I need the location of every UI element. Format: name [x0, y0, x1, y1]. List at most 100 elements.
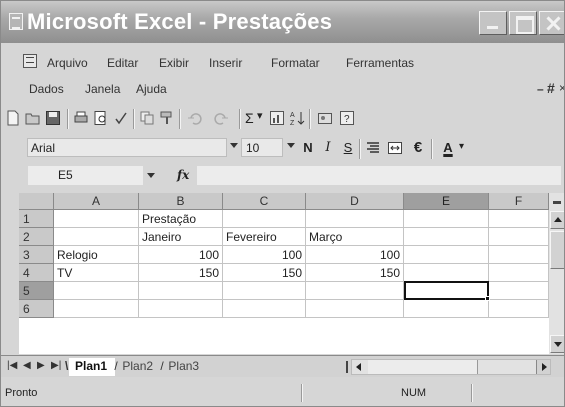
row-header-3[interactable]: 3	[19, 246, 54, 264]
font-name-field[interactable]: Arial	[27, 138, 227, 157]
cell-a4[interactable]: TV	[54, 264, 139, 282]
print-icon[interactable]	[73, 110, 89, 126]
last-sheet-icon[interactable]: ▶|	[51, 360, 61, 371]
scroll-right-arrow-icon[interactable]	[536, 360, 550, 374]
cell-d4[interactable]: 150	[306, 264, 404, 282]
tab-plan1[interactable]: Plan1	[65, 358, 116, 376]
undo-icon[interactable]	[187, 110, 203, 126]
scroll-down-arrow-icon[interactable]	[550, 335, 564, 353]
redo-icon[interactable]	[213, 110, 229, 126]
cell-c6[interactable]	[223, 300, 306, 318]
next-sheet-icon[interactable]: ▶	[37, 360, 45, 371]
cell-b1[interactable]: Prestação	[139, 210, 223, 228]
cell-e2[interactable]	[404, 228, 489, 246]
horizontal-scroll-thumb[interactable]	[368, 360, 478, 374]
menu-dados[interactable]: Dados	[29, 82, 64, 96]
cell-c4[interactable]: 150	[223, 264, 306, 282]
drawing-icon[interactable]	[317, 110, 333, 126]
cell-b4[interactable]: 150	[139, 264, 223, 282]
scroll-left-arrow-icon[interactable]	[352, 360, 366, 374]
cell-b3[interactable]: 100	[139, 246, 223, 264]
italic-button[interactable]: I	[319, 139, 337, 157]
cell-d2[interactable]: Março	[306, 228, 404, 246]
workbook-restore-icon[interactable]: #	[547, 80, 555, 96]
print-preview-icon[interactable]	[93, 110, 109, 126]
cell-c1[interactable]	[223, 210, 306, 228]
cell-f5[interactable]	[489, 282, 549, 300]
column-header-a[interactable]: A	[54, 193, 139, 210]
font-name-dropdown-icon[interactable]	[230, 143, 238, 148]
insert-function-icon[interactable]: fx	[177, 168, 189, 182]
autosum-icon[interactable]: Σ	[245, 110, 254, 126]
cell-a6[interactable]	[54, 300, 139, 318]
column-header-b[interactable]: B	[139, 193, 223, 210]
vertical-scroll-thumb[interactable]	[550, 231, 564, 269]
cell-c5[interactable]	[223, 282, 306, 300]
active-cell-border[interactable]	[404, 281, 489, 300]
menu-inserir[interactable]: Inserir	[209, 56, 242, 70]
name-box-dropdown-icon[interactable]	[147, 173, 155, 178]
spelling-icon[interactable]	[113, 110, 129, 126]
tab-plan2[interactable]: Plan2	[114, 358, 161, 376]
prev-sheet-icon[interactable]: ◀	[23, 360, 31, 371]
chart-wizard-icon[interactable]	[269, 110, 285, 126]
first-sheet-icon[interactable]: |◀	[7, 360, 17, 371]
cell-c2[interactable]: Fevereiro	[223, 228, 306, 246]
cell-f3[interactable]	[489, 246, 549, 264]
cell-a2[interactable]	[54, 228, 139, 246]
menu-arquivo[interactable]: Arquivo	[47, 56, 88, 70]
row-header-6[interactable]: 6	[19, 300, 54, 318]
column-header-e[interactable]: E	[404, 193, 489, 210]
format-painter-icon[interactable]	[159, 110, 175, 126]
menu-formatar[interactable]: Formatar	[271, 56, 320, 70]
cell-f4[interactable]	[489, 264, 549, 282]
select-all-button[interactable]	[19, 193, 54, 210]
maximize-button[interactable]	[509, 11, 537, 35]
formula-input[interactable]	[197, 166, 561, 185]
font-size-field[interactable]: 10	[241, 138, 283, 157]
cell-d1[interactable]	[306, 210, 404, 228]
copy-icon[interactable]	[139, 110, 155, 126]
cell-f6[interactable]	[489, 300, 549, 318]
row-header-2[interactable]: 2	[19, 228, 54, 246]
horizontal-scrollbar[interactable]	[351, 359, 551, 375]
excel-app-icon[interactable]	[9, 13, 23, 30]
scroll-up-arrow-icon[interactable]	[550, 211, 564, 229]
cell-a1[interactable]	[54, 210, 139, 228]
help-icon[interactable]: ?	[339, 110, 355, 126]
save-icon[interactable]	[45, 110, 61, 126]
cell-d5[interactable]	[306, 282, 404, 300]
row-header-5[interactable]: 5	[19, 282, 54, 300]
fill-handle[interactable]	[485, 296, 490, 301]
workbook-minimize-icon[interactable]: –	[537, 82, 544, 96]
column-header-d[interactable]: D	[306, 193, 404, 210]
cell-d3[interactable]: 100	[306, 246, 404, 264]
workbook-close-icon[interactable]: ×	[559, 81, 564, 95]
cell-b5[interactable]	[139, 282, 223, 300]
cell-b6[interactable]	[139, 300, 223, 318]
tab-plan3[interactable]: Plan3	[160, 358, 207, 376]
column-header-c[interactable]: C	[223, 193, 306, 210]
cell-c3[interactable]: 100	[223, 246, 306, 264]
new-icon[interactable]	[5, 110, 21, 126]
menu-exibir[interactable]: Exibir	[159, 56, 189, 70]
currency-button[interactable]: €	[409, 139, 427, 157]
cell-e3[interactable]	[404, 246, 489, 264]
font-color-dropdown-icon[interactable]: ▾	[459, 141, 464, 152]
font-color-button[interactable]: A	[439, 139, 457, 157]
menu-janela[interactable]: Janela	[85, 82, 120, 96]
merge-center-icon[interactable]	[387, 140, 403, 156]
cell-e1[interactable]	[404, 210, 489, 228]
sort-ascending-icon[interactable]: AZ	[289, 110, 305, 126]
cell-b2[interactable]: Janeiro	[139, 228, 223, 246]
minimize-button[interactable]	[479, 11, 507, 35]
vertical-scrollbar[interactable]	[549, 193, 564, 354]
row-header-1[interactable]: 1	[19, 210, 54, 228]
title-bar[interactable]: Microsoft Excel - Prestações	[1, 1, 564, 43]
menu-ajuda[interactable]: Ajuda	[136, 82, 167, 96]
name-box[interactable]: E5	[28, 166, 143, 185]
cell-f1[interactable]	[489, 210, 549, 228]
bold-button[interactable]: N	[299, 139, 317, 157]
autosum-dropdown-icon[interactable]: ▾	[257, 109, 263, 122]
worksheet-grid[interactable]: A B C D E F 1 Prestação 2 Janeiro Fevere…	[19, 193, 549, 354]
